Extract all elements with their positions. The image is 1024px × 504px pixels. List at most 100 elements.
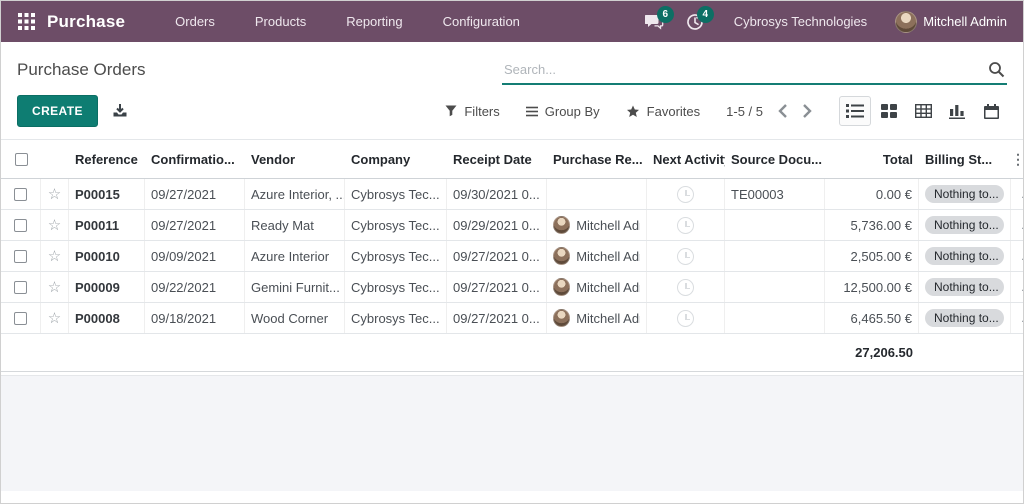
cell-confirmation-date: 09/27/2021	[145, 179, 245, 209]
menu-orders[interactable]: Orders	[157, 8, 233, 35]
apps-grid-icon[interactable]	[13, 9, 39, 35]
favorite-star-icon[interactable]: ☆	[41, 241, 69, 271]
row-checkbox[interactable]	[1, 303, 41, 333]
view-graph-button[interactable]	[941, 96, 973, 126]
cell-receipt-date: 09/30/2021 0...	[447, 179, 547, 209]
activities-count-badge: 4	[696, 5, 714, 23]
filter-funnel-icon	[445, 105, 457, 117]
create-button[interactable]: CREATE	[17, 95, 98, 127]
cell-billing-status: Nothing to...	[919, 179, 1011, 209]
cell-source-document	[725, 210, 825, 240]
select-all-checkbox[interactable]	[1, 140, 41, 178]
app-name[interactable]: Purchase	[47, 12, 125, 32]
row-checkbox[interactable]	[1, 210, 41, 240]
menu-reporting[interactable]: Reporting	[328, 8, 420, 35]
cell-overflow: ...	[1011, 210, 1023, 240]
cell-next-activity[interactable]	[647, 210, 725, 240]
cell-total: 12,500.00 €	[825, 272, 919, 302]
group-by-label: Group By	[544, 103, 600, 119]
table-row[interactable]: ☆ P00015 09/27/2021 Azure Interior, ... …	[1, 179, 1023, 210]
header-reference[interactable]: Reference	[69, 152, 145, 167]
cell-overflow: ...	[1011, 241, 1023, 271]
star-column-header	[41, 140, 69, 178]
cell-company: Cybrosys Tec...	[345, 210, 447, 240]
search-icon[interactable]	[988, 61, 1005, 78]
cell-reference: P00011	[69, 210, 145, 240]
activity-clock-icon	[677, 278, 694, 296]
table-row[interactable]: ☆ P00010 09/09/2021 Azure Interior Cybro…	[1, 241, 1023, 272]
group-by-button[interactable]: Group By	[525, 103, 600, 119]
table-row[interactable]: ☆ P00008 09/18/2021 Wood Corner Cybrosys…	[1, 303, 1023, 334]
cell-receipt-date: 09/27/2021 0...	[447, 241, 547, 271]
cell-company: Cybrosys Tec...	[345, 179, 447, 209]
view-switcher	[839, 96, 1007, 126]
row-checkbox[interactable]	[1, 179, 41, 209]
cell-purchase-rep	[547, 179, 647, 209]
cell-source-document	[725, 303, 825, 333]
total-sum: 27,206.50	[855, 345, 913, 360]
group-by-icon	[525, 106, 538, 116]
download-icon[interactable]	[112, 103, 128, 119]
view-list-button[interactable]	[839, 96, 871, 126]
header-company[interactable]: Company	[345, 152, 447, 167]
header-total[interactable]: Total	[825, 152, 919, 167]
user-menu[interactable]: Mitchell Admin	[895, 10, 1007, 33]
header-billing-status[interactable]: Billing St...	[919, 152, 1011, 167]
messages-icon[interactable]: 6	[640, 5, 674, 36]
row-checkbox[interactable]	[1, 241, 41, 271]
cell-total: 0.00 €	[825, 179, 919, 209]
favorite-star-icon[interactable]: ☆	[41, 303, 69, 333]
search-input[interactable]	[502, 56, 1007, 85]
kanban-view-icon	[881, 104, 897, 118]
search-options: Filters Group By Favorites 1-5 / 5	[445, 96, 1007, 126]
optional-columns-icon[interactable]: ⋮	[1011, 151, 1024, 168]
cell-next-activity[interactable]	[647, 272, 725, 302]
header-next-activity[interactable]: Next Activity	[647, 152, 725, 167]
favorite-star-icon[interactable]: ☆	[41, 179, 69, 209]
cell-receipt-date: 09/27/2021 0...	[447, 272, 547, 302]
menu-configuration[interactable]: Configuration	[425, 8, 538, 35]
filters-button[interactable]: Filters	[445, 104, 500, 119]
cell-reference: P00015	[69, 179, 145, 209]
bottom-whitespace	[1, 491, 1023, 503]
table-row[interactable]: ☆ P00009 09/22/2021 Gemini Furnit... Cyb…	[1, 272, 1023, 303]
header-source-document[interactable]: Source Docu...	[725, 152, 825, 167]
menu-products[interactable]: Products	[237, 8, 324, 35]
cell-vendor: Azure Interior, ...	[245, 179, 345, 209]
row-checkbox[interactable]	[1, 272, 41, 302]
pivot-view-icon	[914, 104, 932, 118]
header-receipt-date[interactable]: Receipt Date	[447, 152, 547, 167]
view-kanban-button[interactable]	[873, 96, 905, 126]
activities-icon[interactable]: 4	[680, 5, 714, 36]
cell-total: 6,465.50 €	[825, 303, 919, 333]
cell-source-document	[725, 241, 825, 271]
graph-view-icon	[949, 104, 965, 119]
pager-next-icon[interactable]	[802, 103, 813, 119]
cell-vendor: Azure Interior	[245, 241, 345, 271]
company-switcher[interactable]: Cybrosys Technologies	[734, 14, 867, 29]
navbar-systray: 6 4 Cybrosys Technologies Mitchell Admin	[640, 5, 1007, 36]
view-pivot-button[interactable]	[907, 96, 939, 126]
calendar-view-icon	[983, 103, 999, 119]
page-title: Purchase Orders	[17, 60, 146, 79]
cell-reference: P00009	[69, 272, 145, 302]
favorites-button[interactable]: Favorites	[626, 104, 700, 119]
search-bar	[502, 56, 1007, 85]
pager-previous-icon[interactable]	[777, 103, 788, 119]
view-calendar-button[interactable]	[975, 96, 1007, 126]
favorite-star-icon[interactable]: ☆	[41, 210, 69, 240]
favorite-star-icon[interactable]: ☆	[41, 272, 69, 302]
activity-clock-icon	[677, 185, 694, 203]
header-purchase-rep[interactable]: Purchase Re...	[547, 152, 647, 167]
table-row[interactable]: ☆ P00011 09/27/2021 Ready Mat Cybrosys T…	[1, 210, 1023, 241]
cell-purchase-rep: Mitchell Adr	[547, 303, 647, 333]
cell-receipt-date: 09/29/2021 0...	[447, 210, 547, 240]
cell-next-activity[interactable]	[647, 241, 725, 271]
table-footer-row: 27,206.50	[1, 334, 1023, 372]
header-vendor[interactable]: Vendor	[245, 152, 345, 167]
billing-status-badge: Nothing to...	[925, 278, 1004, 296]
cell-next-activity[interactable]	[647, 303, 725, 333]
cell-company: Cybrosys Tec...	[345, 303, 447, 333]
header-confirmation-date[interactable]: Confirmatio...	[145, 152, 245, 167]
cell-next-activity[interactable]	[647, 179, 725, 209]
